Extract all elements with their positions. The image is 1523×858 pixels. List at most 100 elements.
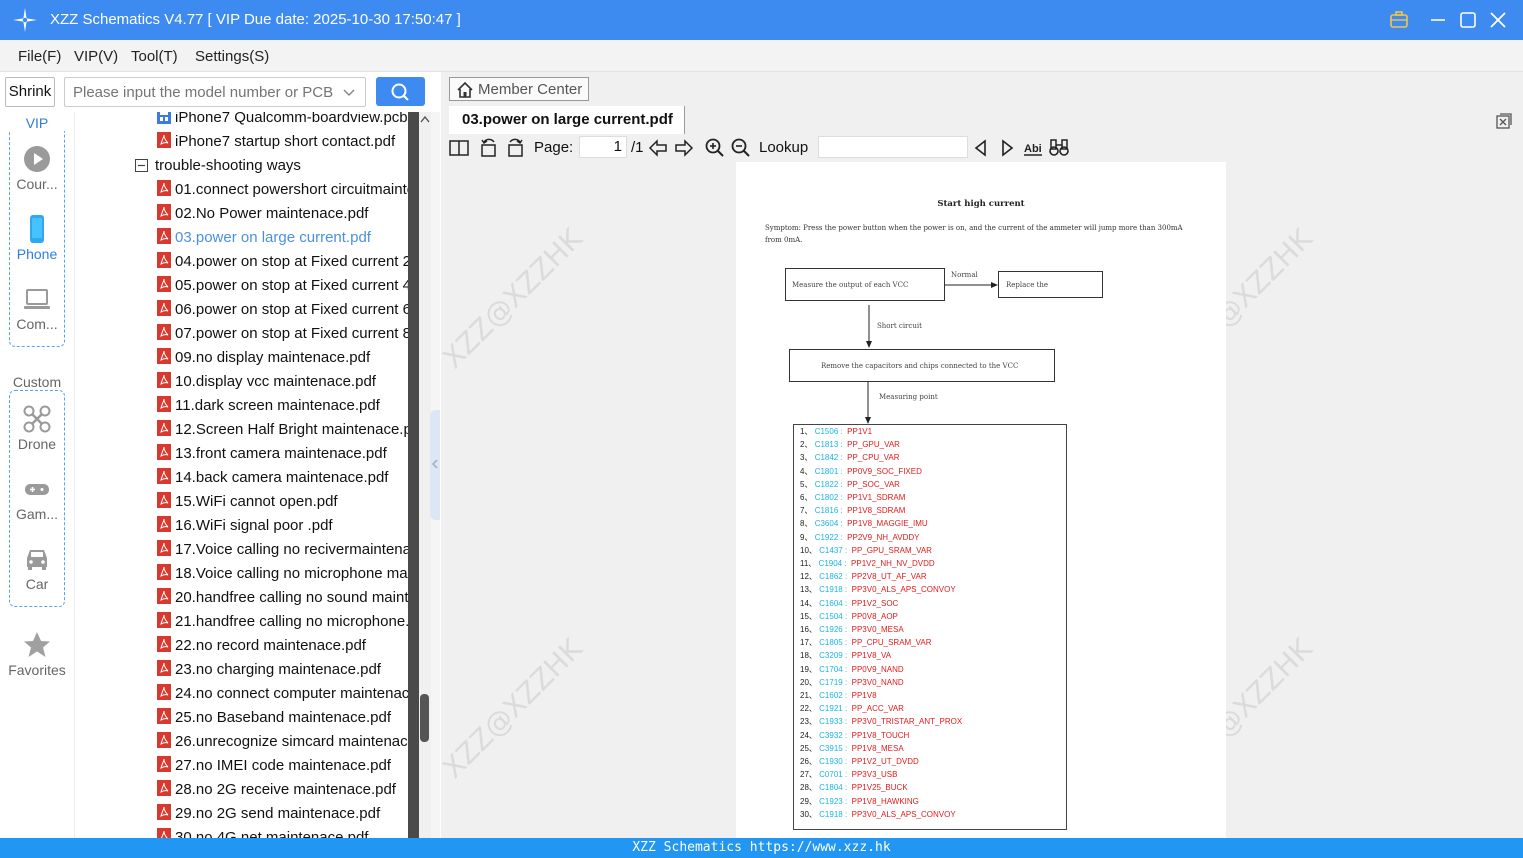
tree-item[interactable]: 25.no Baseband maintenace.pdf bbox=[157, 706, 391, 730]
tree-item[interactable]: 21.handfree calling no microphone.pdf bbox=[157, 610, 408, 634]
tree-item[interactable]: iPhone7 Qualcomm-boardview.pcb bbox=[157, 112, 408, 130]
tree-item[interactable]: 13.front camera maintenace.pdf bbox=[157, 442, 387, 466]
tree-item[interactable]: 06.power on stop at Fixed current 6 bbox=[157, 298, 408, 322]
model-search-input[interactable] bbox=[65, 78, 335, 106]
menu-file[interactable]: File(F) bbox=[18, 48, 61, 65]
tree-item[interactable]: 12.Screen Half Bright maintenace.pdf bbox=[157, 418, 408, 442]
tree-item[interactable]: 10.display vcc maintenace.pdf bbox=[157, 370, 376, 394]
rotate-left-icon[interactable] bbox=[478, 137, 500, 159]
scroll-up-icon[interactable] bbox=[420, 115, 430, 123]
chevron-down-icon[interactable] bbox=[341, 84, 357, 100]
net-name: PP1V1_SDRAM bbox=[847, 493, 906, 502]
category-phone[interactable]: Phone bbox=[0, 214, 74, 262]
tree-item[interactable]: 14.back camera maintenace.pdf bbox=[157, 466, 388, 490]
category-courses[interactable]: Cour... bbox=[0, 144, 74, 192]
category-car[interactable]: Car bbox=[0, 544, 74, 592]
match-case-icon[interactable]: Abi bbox=[1022, 137, 1044, 159]
pdf-file-icon bbox=[157, 132, 171, 149]
page-number-input[interactable]: 1 bbox=[579, 136, 627, 158]
tree-item[interactable]: 15.WiFi cannot open.pdf bbox=[157, 490, 338, 514]
maximize-icon[interactable] bbox=[1457, 9, 1479, 31]
member-center-button[interactable]: Member Center bbox=[449, 77, 589, 101]
tree-item[interactable]: 04.power on stop at Fixed current 2 bbox=[157, 250, 408, 274]
collapse-panel-handle[interactable] bbox=[430, 410, 440, 520]
collapse-folder-icon[interactable] bbox=[135, 158, 148, 172]
binoculars-icon[interactable] bbox=[1048, 137, 1070, 159]
tree-item[interactable]: 26.unrecognize simcard maintenace.pdf bbox=[157, 730, 408, 754]
tree-item[interactable]: 22.no record maintenace.pdf bbox=[157, 634, 366, 658]
net-name: PP_CPU_SRAM_VAR bbox=[851, 638, 932, 648]
rotate-right-icon[interactable] bbox=[504, 137, 526, 159]
tree-scrollbar-thumb[interactable] bbox=[420, 694, 429, 742]
search-button[interactable] bbox=[376, 77, 425, 106]
app-logo-icon bbox=[13, 8, 37, 32]
point-index: 1、 bbox=[800, 427, 813, 436]
tree-item[interactable]: 16.WiFi signal poor .pdf bbox=[157, 514, 333, 538]
category-favorites[interactable]: Favorites bbox=[0, 630, 74, 678]
pdf-file-icon bbox=[157, 396, 171, 413]
menu-tool[interactable]: Tool(T) bbox=[131, 48, 178, 65]
minimize-icon[interactable] bbox=[1427, 9, 1449, 31]
tree-item[interactable]: 30.no 4G net maintenace.pdf bbox=[157, 826, 368, 838]
category-drone[interactable]: Drone bbox=[0, 404, 74, 452]
measuring-point-row: 4、 C1801 : PP0V9_SOC_FIXED bbox=[800, 465, 922, 478]
category-computer[interactable]: Com... bbox=[0, 284, 74, 332]
measuring-point-row: 8、 C3604 : PP1V8_MAGGIE_IMU bbox=[800, 517, 928, 530]
tree-item[interactable]: 29.no 2G send maintenace.pdf bbox=[157, 802, 380, 826]
tree-item[interactable]: iPhone7 startup short contact.pdf bbox=[157, 130, 395, 154]
shrink-button[interactable]: Shrink bbox=[5, 77, 55, 107]
sidebar-toggle-icon[interactable] bbox=[448, 137, 470, 159]
tree-item[interactable]: 17.Voice calling no recivermaintenace.pd… bbox=[157, 538, 408, 562]
tree-folder[interactable]: trouble-shooting ways bbox=[135, 154, 301, 178]
capacitor-ref: C1862 : bbox=[819, 572, 848, 582]
tree-item[interactable]: 05.power on stop at Fixed current 4 bbox=[157, 274, 408, 298]
measuring-point-row: 23、 C1933 : PP3V0_TRISTAR_ANT_PROX bbox=[800, 715, 962, 728]
close-tab-icon[interactable] bbox=[1495, 112, 1513, 130]
tab-document[interactable]: 03.power on large current.pdf bbox=[449, 106, 685, 134]
point-index: 5、 bbox=[800, 479, 813, 489]
tree-item[interactable]: 01.connect powershort circuitmaintenace.… bbox=[157, 178, 408, 202]
tree-item[interactable]: 02.No Power maintenace.pdf bbox=[157, 202, 368, 226]
pdf-file-icon bbox=[157, 804, 171, 821]
tree-item-label: 30.no 4G net maintenace.pdf bbox=[175, 829, 369, 838]
point-index: 14、 bbox=[800, 598, 817, 608]
tree-item-label: 14.back camera maintenace.pdf bbox=[175, 469, 389, 487]
zoom-out-icon[interactable] bbox=[730, 137, 752, 159]
arrow-left-icon[interactable] bbox=[647, 137, 669, 159]
measuring-points-list: 1、 C1506 : PP1V1 2、 C1813 : PP_GPU_VAR 3、 … bbox=[793, 424, 1067, 830]
menu-settings[interactable]: Settings(S) bbox=[195, 48, 269, 65]
tree-item[interactable]: 20.handfree calling no sound maintenace.… bbox=[157, 586, 408, 610]
tree-item-label: 24.no connect computer maintenace.pdf bbox=[175, 685, 408, 703]
find-previous-icon[interactable] bbox=[970, 137, 992, 159]
net-name: PP2V9_NH_AVDDY bbox=[847, 532, 920, 542]
menu-vip[interactable]: VIP(V) bbox=[74, 48, 118, 65]
category-game[interactable]: Gam... bbox=[0, 474, 74, 522]
measuring-point-row: 22、 C1921 : PP_ACC_VAR bbox=[800, 702, 904, 715]
tree-item[interactable]: 18.Voice calling no microphone maintenac… bbox=[157, 562, 408, 586]
tree-item[interactable]: 07.power on stop at Fixed current 8 bbox=[157, 322, 408, 346]
tree-item[interactable]: 24.no connect computer maintenace.pdf bbox=[157, 682, 408, 706]
point-index: 13、 bbox=[800, 585, 817, 595]
tree-item[interactable]: 11.dark screen maintenace.pdf bbox=[157, 394, 380, 418]
arrow-right-icon[interactable] bbox=[673, 137, 695, 159]
star-icon bbox=[24, 632, 50, 657]
tree-item[interactable]: 03.power on large current.pdf bbox=[157, 226, 371, 250]
lookup-input[interactable] bbox=[818, 136, 968, 158]
zoom-in-icon[interactable] bbox=[704, 137, 726, 159]
pdf-file-icon bbox=[157, 516, 171, 533]
pdf-file-icon bbox=[157, 372, 171, 389]
pdf-viewer[interactable]: XZZ@XZZHK XZZ@XZZHK XZZ@XZZHK XZZ@XZZHK … bbox=[441, 162, 1523, 838]
point-index: 25、 bbox=[800, 743, 817, 753]
pdf-file-icon bbox=[157, 348, 171, 365]
point-index: 23、 bbox=[800, 717, 817, 727]
vip-briefcase-icon[interactable] bbox=[1388, 9, 1410, 31]
tree-item[interactable]: 09.no display maintenace.pdf bbox=[157, 346, 370, 370]
tree-item[interactable]: 23.no charging maintenace.pdf bbox=[157, 658, 381, 682]
tree-item[interactable]: 27.no IMEI code maintenace.pdf bbox=[157, 754, 391, 778]
find-next-icon[interactable] bbox=[996, 137, 1018, 159]
tree-item-label: 18.Voice calling no microphone maintenac… bbox=[175, 565, 408, 583]
tree-item[interactable]: 28.no 2G receive maintenace.pdf bbox=[157, 778, 396, 802]
capacitor-ref: C1604 : bbox=[819, 598, 848, 608]
close-icon[interactable] bbox=[1487, 9, 1509, 31]
measuring-point-row: 2、 C1813 : PP_GPU_VAR bbox=[800, 438, 900, 451]
